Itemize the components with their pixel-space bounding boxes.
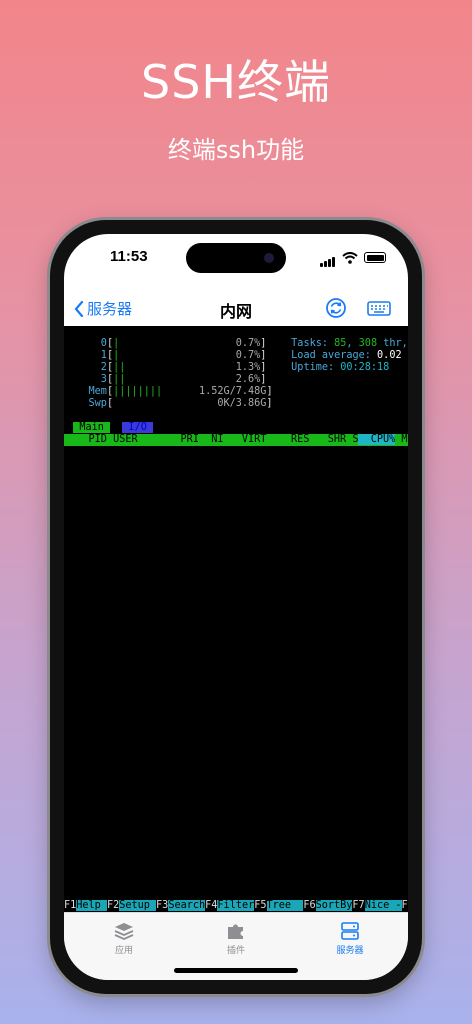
dynamic-island <box>186 243 286 273</box>
fkey-label: Tree <box>266 900 304 911</box>
fkey-f4: F4 <box>205 900 218 911</box>
cpu-number: 0 <box>64 338 107 349</box>
cpu-percent: 2.6% <box>125 374 261 385</box>
mem-meter: Mem[|||||||| 1.52G/7.48G] <box>64 386 273 398</box>
mem-label: Mem <box>64 386 107 397</box>
camera-icon <box>264 253 274 263</box>
swp-label: Swp <box>64 398 107 409</box>
keyboard-icon[interactable] <box>366 296 392 320</box>
uptime-label: Uptime: <box>291 362 341 373</box>
hero-subtitle: 终端ssh功能 <box>167 136 305 164</box>
tab-apps-label: 应用 <box>114 946 133 956</box>
column-header-pri: PRI <box>168 434 199 445</box>
column-header-cpu: CPU% <box>358 434 396 445</box>
home-indicator <box>174 968 298 973</box>
layers-icon <box>114 923 134 940</box>
cpu-number: 3 <box>64 374 107 385</box>
cpu-number: 1 <box>64 350 107 361</box>
column-header-ni: NI <box>198 434 224 445</box>
cpu-percent: 0.7% <box>119 338 261 349</box>
server-icon <box>341 922 359 940</box>
tasks-count: 85 <box>334 338 347 349</box>
htop-tab-io: I/O <box>122 422 153 433</box>
back-label: 服务器 <box>87 300 133 318</box>
column-header-s: S <box>346 434 359 445</box>
tasks-line: Tasks: 85, 308 thr, 133 kt <box>291 338 408 350</box>
fkey-f2: F2 <box>106 900 120 911</box>
htop-tab-main: Main <box>73 422 111 433</box>
meter-bracket: ] <box>260 362 267 373</box>
status-time: 11:53 <box>110 248 148 265</box>
column-header-pid: PID <box>64 434 107 445</box>
uptime-line: Uptime: 00:28:18 <box>291 362 389 374</box>
threads-label: thr, <box>383 338 408 349</box>
meter-bracket: ] <box>260 350 267 361</box>
fkey-f7: F7 <box>352 900 365 911</box>
back-button[interactable]: 服务器 <box>74 298 132 319</box>
fkey-label: Setup <box>119 900 157 911</box>
tab-apps[interactable]: 应用 <box>84 921 164 956</box>
column-header-mem: MEM% <box>401 434 408 445</box>
chevron-left-icon <box>74 300 84 317</box>
load-label: Load average: <box>291 350 378 361</box>
fkey-label: Filter <box>217 900 255 911</box>
fkey-f: F <box>401 900 408 911</box>
fkey-label: SortBy <box>315 900 353 911</box>
meter-bracket: ] <box>266 398 273 409</box>
mem-value: 1.52G/7.48G <box>162 386 267 397</box>
fkey-f6: F6 <box>303 900 316 911</box>
phone-screen: 11:53 服务器 内网 0[| 0.7%] 1[| 0.7%] 2[|| 1.… <box>64 234 408 980</box>
column-header-virt: VIRT <box>223 434 267 445</box>
puzzle-icon <box>228 924 243 939</box>
cpu-meter: 2[|| 1.3%] <box>64 362 267 374</box>
tab-plugins[interactable]: 插件 <box>196 921 276 956</box>
hero-title: SSH终端 <box>141 55 331 109</box>
process-header: PID USER PRI NI VIRT RES SHR S CPU% MEM% <box>64 434 408 446</box>
fkey-label: Help <box>76 900 107 911</box>
tab-servers[interactable]: 服务器 <box>310 921 390 956</box>
cpu-number: 2 <box>64 362 107 373</box>
cpu-percent: 1.3% <box>125 362 261 373</box>
cpu-meter: 1[| 0.7%] <box>64 350 267 362</box>
fkey-f3: F3 <box>156 900 169 911</box>
tab-servers-label: 服务器 <box>336 946 364 956</box>
uptime-value: 00:28:18 <box>340 362 390 373</box>
terminal[interactable]: 0[| 0.7%] 1[| 0.7%] 2[|| 1.3%] 3[|| 2.6%… <box>64 326 408 912</box>
fkey-f5: F5 <box>254 900 267 911</box>
tasks-label: Tasks: <box>291 338 335 349</box>
navbar: 服务器 内网 <box>64 290 408 326</box>
mem-bar: |||||||| <box>113 386 163 397</box>
meter-bracket: ] <box>260 374 267 385</box>
meter-bracket: ] <box>266 386 273 397</box>
tab-bar: 应用 插件 服务器 <box>64 912 408 980</box>
column-header-user: USER <box>106 434 169 445</box>
tab-row: Main I/O <box>73 422 153 434</box>
cpu-bar: || <box>113 362 126 373</box>
battery-icon <box>364 252 386 263</box>
load-line: Load average: 0.02 0.03 0. <box>291 350 408 362</box>
cpu-meter: 0[| 0.7%] <box>64 338 267 350</box>
cpu-percent: 0.7% <box>119 350 261 361</box>
swp-meter: Swp[ 0K/3.86G] <box>64 398 273 410</box>
wifi-icon <box>342 251 358 264</box>
fkey-f1: F1 <box>64 900 77 911</box>
cpu-meter: 3[|| 2.6%] <box>64 374 267 386</box>
tab-plugins-label: 插件 <box>226 946 245 956</box>
phone-frame: 11:53 服务器 内网 0[| 0.7%] 1[| 0.7%] 2[|| 1.… <box>50 220 422 994</box>
refresh-icon[interactable] <box>324 296 348 320</box>
signal-icon <box>320 248 336 267</box>
fkey-label: Search <box>168 900 206 911</box>
load-1: 0.02 <box>377 350 402 361</box>
status-icons <box>320 248 386 267</box>
threads-count: 308 <box>358 338 378 349</box>
column-header-shr: SHR <box>309 434 347 445</box>
tasks-sep: , <box>346 338 359 349</box>
cpu-bar: || <box>113 374 126 385</box>
meter-bracket: ] <box>260 338 267 349</box>
function-key-bar: F1Help F2Setup F3SearchF4FilterF5Tree F6… <box>64 900 408 912</box>
swp-value: 0K/3.86G <box>113 398 267 409</box>
fkey-label: Nice - <box>364 900 402 911</box>
column-header-res: RES <box>266 434 310 445</box>
